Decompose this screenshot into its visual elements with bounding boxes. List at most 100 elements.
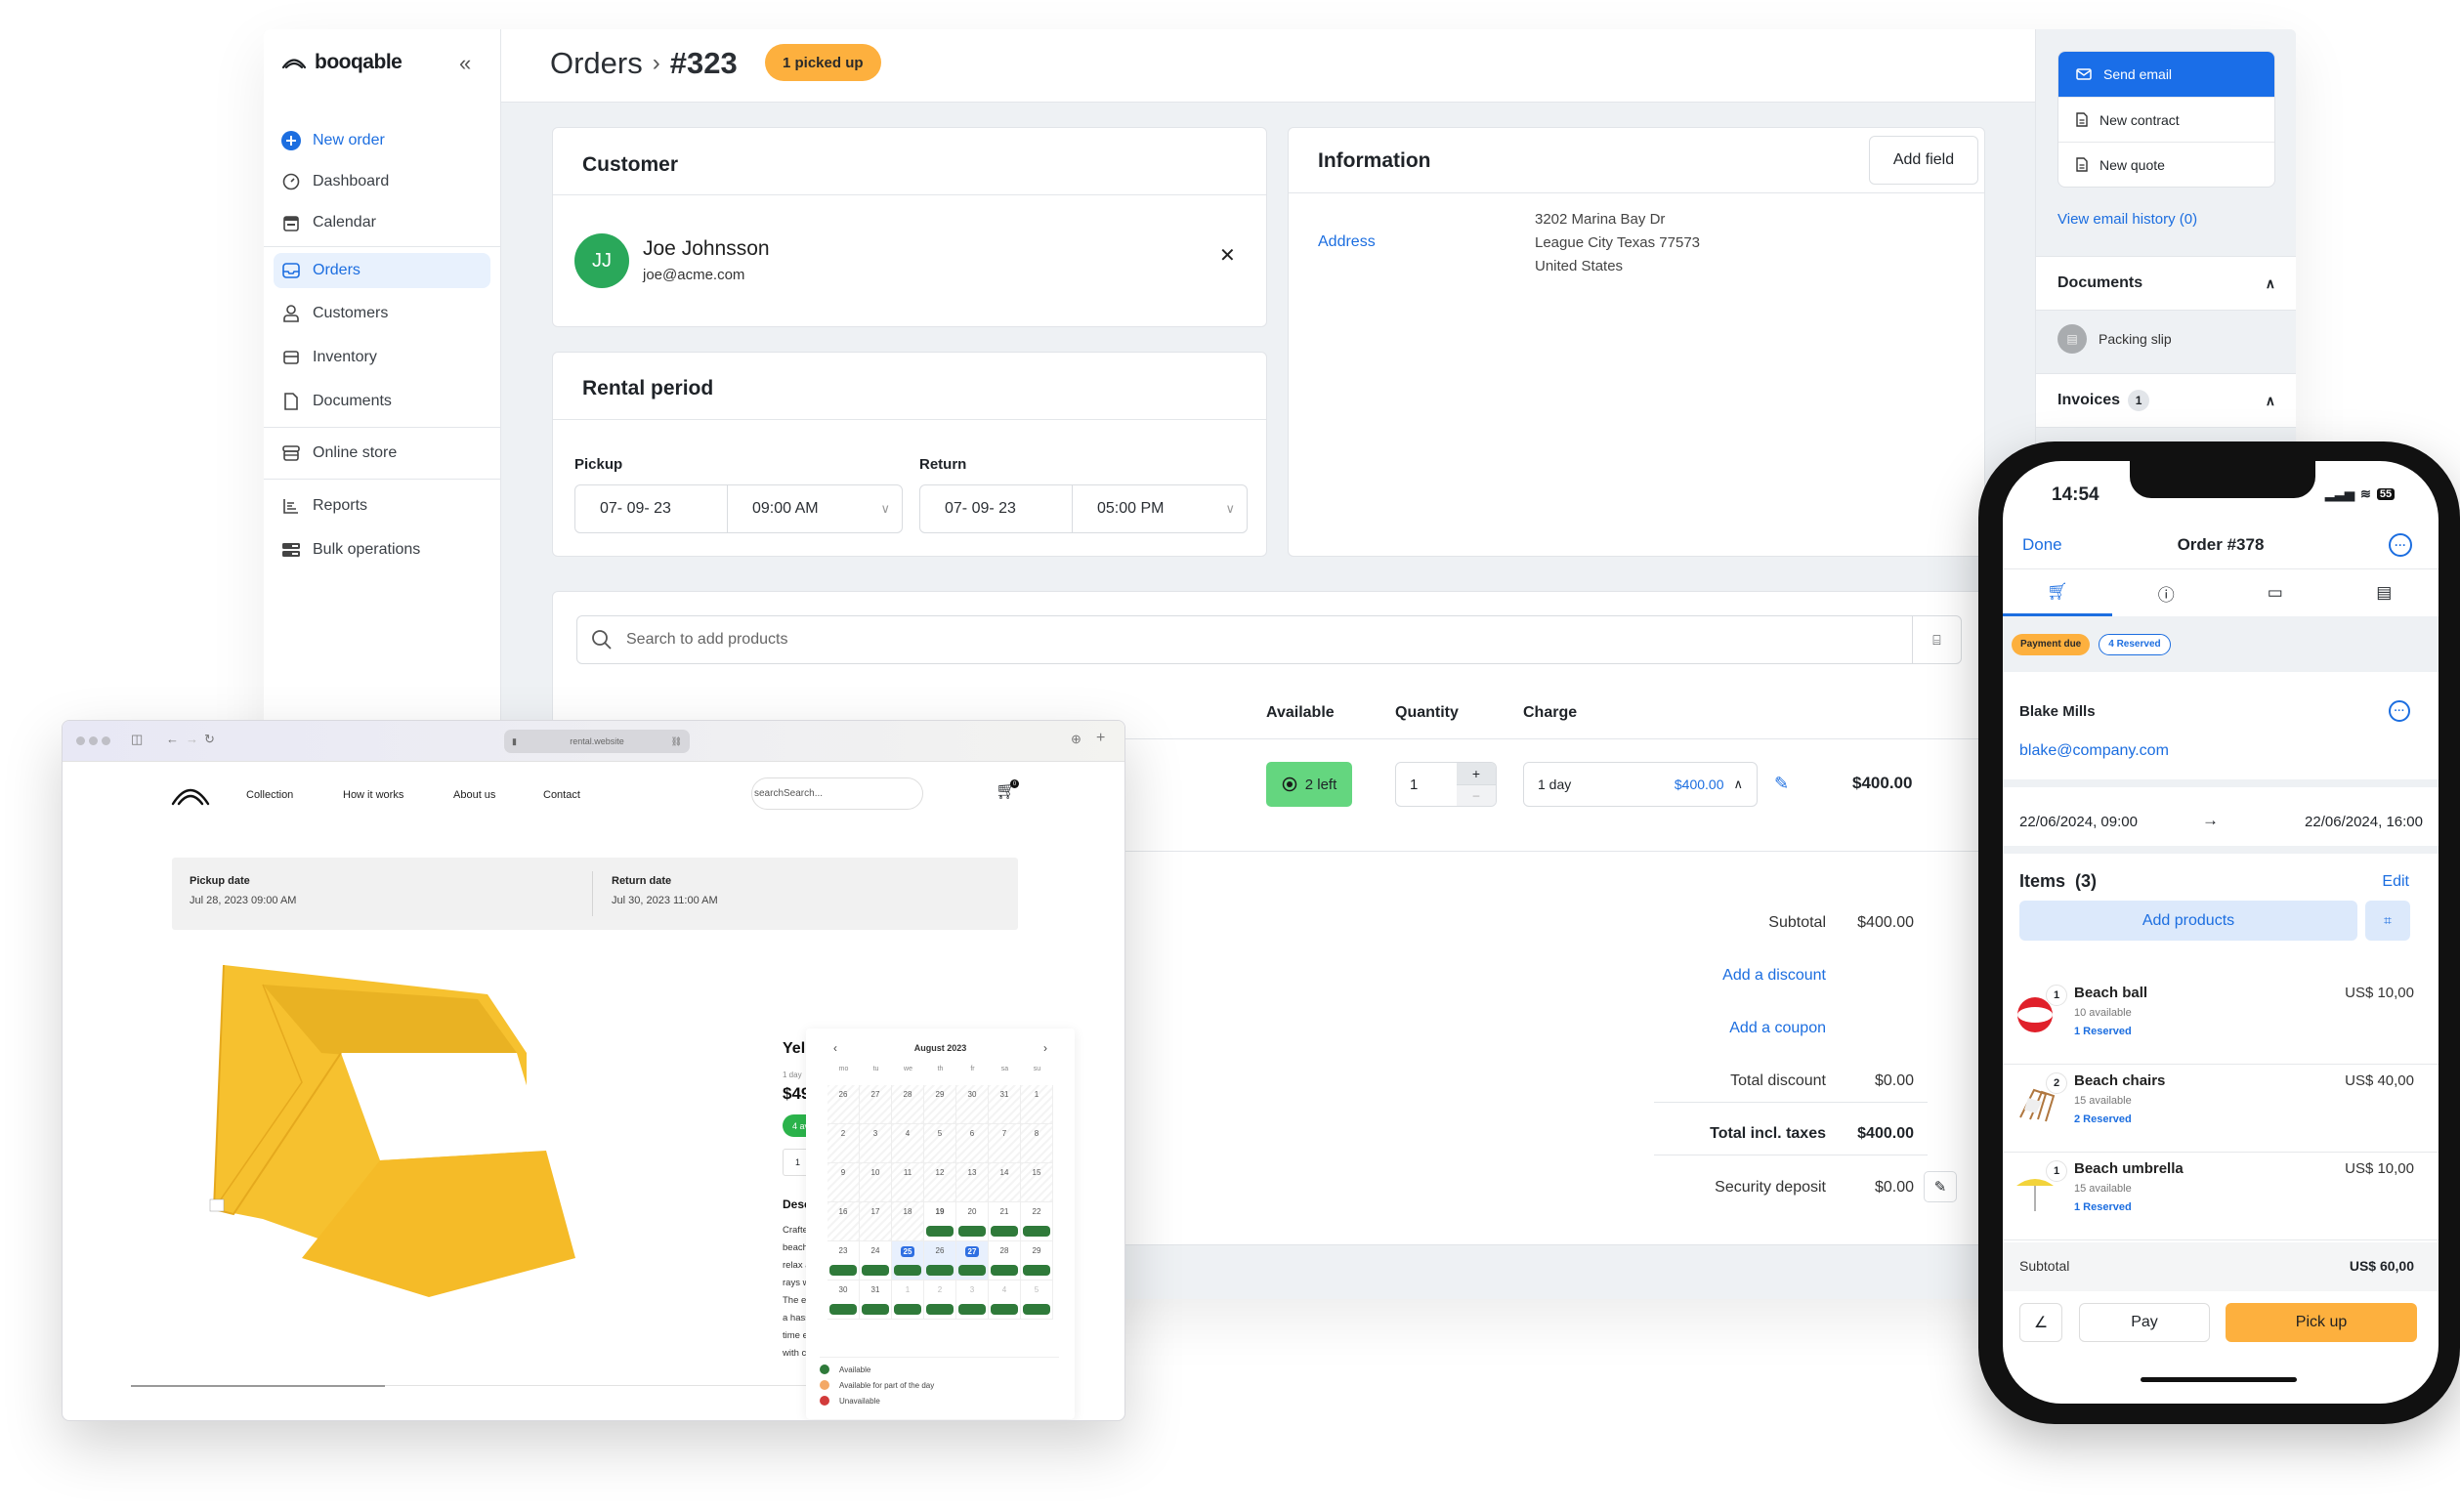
calendar-day[interactable]: 26	[924, 1241, 956, 1281]
calendar-day[interactable]: 16	[827, 1202, 860, 1241]
breadcrumb-orders-link[interactable]: Orders	[550, 46, 643, 81]
pickup-time-select[interactable]: 09:00 AM ∨	[727, 485, 902, 532]
calendar-day[interactable]: 7	[989, 1124, 1021, 1163]
tab-document-icon[interactable]: ▤	[2330, 569, 2439, 616]
calendar-day[interactable]: 11	[892, 1163, 924, 1202]
calendar-day[interactable]: 10	[860, 1163, 892, 1202]
pickup-date-input[interactable]: 07- 09- 23	[575, 485, 727, 532]
calendar-day[interactable]: 28	[989, 1241, 1021, 1281]
calendar-day[interactable]: 9	[827, 1163, 860, 1202]
tab-info-icon[interactable]: ⓘ	[2112, 569, 2222, 616]
sidebar-item-dashboard[interactable]: Dashboard	[274, 164, 490, 199]
pick-up-button[interactable]: Pick up	[2226, 1303, 2417, 1342]
calendar-day[interactable]: 5	[924, 1124, 956, 1163]
store-logo-icon[interactable]	[170, 782, 211, 808]
customer-name[interactable]: Joe Johnsson	[643, 237, 770, 261]
documents-section-header[interactable]: Documents ∧	[2036, 256, 2296, 311]
calendar-day[interactable]: 18	[892, 1202, 924, 1241]
calendar-day[interactable]: 25	[892, 1241, 924, 1281]
decrement-button[interactable]: –	[1457, 784, 1496, 806]
nav-contact[interactable]: Contact	[543, 789, 580, 801]
done-button[interactable]: Done	[2022, 535, 2062, 555]
barcode-scanner-icon[interactable]: ⌗	[2365, 901, 2410, 941]
sidebar-item-inventory[interactable]: Inventory	[274, 340, 490, 375]
calendar-day[interactable]: 30	[827, 1281, 860, 1320]
calendar-day[interactable]: 12	[924, 1163, 956, 1202]
sidebar-item-bulk-operations[interactable]: Bulk operations	[274, 532, 490, 567]
window-control[interactable]	[89, 736, 98, 745]
edit-deposit-button[interactable]: ✎	[1924, 1171, 1957, 1202]
calendar-day[interactable]: 27	[956, 1241, 989, 1281]
tab-payment-card-icon[interactable]: ▭	[2221, 569, 2330, 616]
phone-customer-email[interactable]: blake@company.com	[2019, 742, 2169, 760]
email-history-link[interactable]: View email history (0)	[2057, 211, 2197, 228]
calendar-day[interactable]: 5	[1021, 1281, 1053, 1320]
customer-options-icon[interactable]: ···	[2389, 700, 2410, 722]
new-contract-button[interactable]: New contract	[2058, 97, 2274, 142]
calendar-day[interactable]: 27	[860, 1085, 892, 1124]
download-icon[interactable]: ⊕	[1071, 732, 1082, 747]
product-search-input[interactable]: Search to add products ⌸	[576, 615, 1962, 664]
sidebar-item-new-order[interactable]: New order	[274, 123, 490, 158]
calendar-day[interactable]: 19	[924, 1202, 956, 1241]
calendar-day[interactable]: 30	[956, 1085, 989, 1124]
sidebar-toggle-icon[interactable]: ◫	[131, 732, 143, 747]
sidebar-item-customers[interactable]: Customers	[274, 296, 490, 331]
forward-icon[interactable]: →	[186, 732, 198, 746]
address-label[interactable]: Address	[1318, 233, 1376, 251]
collapse-sidebar-icon[interactable]: «	[459, 51, 471, 76]
list-item[interactable]: 1 Beach umbrella 15 available 1 Reserved…	[2003, 1153, 2439, 1240]
calendar-day[interactable]: 29	[924, 1085, 956, 1124]
charge-select[interactable]: 1 day $400.00 ∧	[1523, 762, 1758, 807]
edit-charge-icon[interactable]: ✎	[1774, 774, 1789, 794]
reload-icon[interactable]: ↻	[204, 732, 215, 747]
calendar-day[interactable]: 6	[956, 1124, 989, 1163]
window-control[interactable]	[76, 736, 85, 745]
increment-button[interactable]: +	[1457, 763, 1496, 785]
calendar-day[interactable]: 20	[956, 1202, 989, 1241]
return-time-select[interactable]: 05:00 PM ∨	[1072, 485, 1247, 532]
nav-about-us[interactable]: About us	[453, 789, 495, 801]
store-search-input[interactable]: searchSearch...	[751, 777, 923, 810]
remove-customer-icon[interactable]: ✕	[1219, 243, 1236, 268]
window-control[interactable]	[102, 736, 110, 745]
calendar-day[interactable]: 2	[827, 1124, 860, 1163]
calendar-day[interactable]: 3	[860, 1124, 892, 1163]
return-date-input[interactable]: 07- 09- 23	[920, 485, 1072, 532]
sidebar-item-orders[interactable]: Orders	[274, 253, 490, 288]
sidebar-item-online-store[interactable]: Online store	[274, 436, 490, 471]
calendar-day[interactable]: 31	[989, 1085, 1021, 1124]
quantity-value[interactable]: 1	[1396, 763, 1457, 806]
send-email-button[interactable]: Send email	[2058, 52, 2274, 97]
invoices-section-header[interactable]: Invoices 1 ∧	[2036, 373, 2296, 428]
rental-end[interactable]: 22/06/2024, 16:00	[2305, 814, 2423, 830]
calendar-day[interactable]: 8	[1021, 1124, 1053, 1163]
calendar-day[interactable]: 23	[827, 1241, 860, 1281]
nav-how-it-works[interactable]: How it works	[343, 789, 403, 801]
list-item[interactable]: 2 Beach chairs 15 available 2 Reserved U…	[2003, 1065, 2439, 1153]
sidebar-item-calendar[interactable]: Calendar	[274, 205, 490, 240]
address-bar[interactable]: ▮ rental.website ⛓	[504, 730, 690, 753]
image-carousel-progress[interactable]	[131, 1385, 385, 1387]
quantity-stepper[interactable]: 1 + –	[1395, 762, 1497, 807]
brand-logo[interactable]: booqable	[281, 51, 403, 74]
calendar-day[interactable]: 31	[860, 1281, 892, 1320]
calendar-day[interactable]: 3	[956, 1281, 989, 1320]
add-coupon-link[interactable]: Add a coupon	[1729, 1020, 1826, 1037]
back-icon[interactable]: ←	[166, 732, 179, 746]
pay-button[interactable]: Pay	[2079, 1303, 2210, 1342]
calendar-day[interactable]: 28	[892, 1085, 924, 1124]
calendar-day[interactable]: 24	[860, 1241, 892, 1281]
rental-start[interactable]: 22/06/2024, 09:00	[2019, 814, 2138, 830]
calendar-day[interactable]: 4	[989, 1281, 1021, 1320]
next-month-icon[interactable]: ›	[1043, 1041, 1047, 1055]
edit-items-link[interactable]: Edit	[2382, 873, 2409, 891]
calendar-day[interactable]: 2	[924, 1281, 956, 1320]
signature-button[interactable]: ∠	[2019, 1303, 2062, 1342]
calendar-day[interactable]: 1	[892, 1281, 924, 1320]
calendar-day[interactable]: 15	[1021, 1163, 1053, 1202]
add-field-button[interactable]: Add field	[1869, 136, 1978, 185]
sidebar-item-reports[interactable]: Reports	[274, 488, 490, 524]
new-quote-button[interactable]: New quote	[2058, 142, 2274, 187]
list-item[interactable]: 1 Beach ball 10 available 1 Reserved US$…	[2003, 977, 2439, 1065]
